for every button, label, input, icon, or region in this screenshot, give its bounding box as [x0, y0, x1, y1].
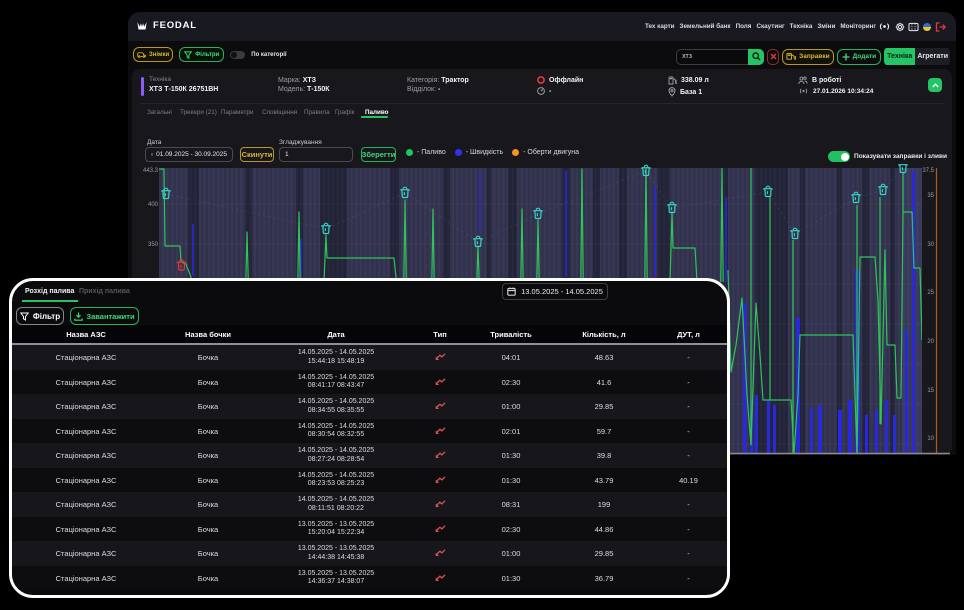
svg-text:37.5: 37.5: [922, 168, 934, 174]
svg-text:20: 20: [927, 339, 934, 345]
svg-text:35: 35: [927, 193, 934, 199]
svg-text:15: 15: [927, 388, 934, 394]
svg-text:400: 400: [148, 202, 159, 208]
svg-text:350: 350: [148, 242, 159, 248]
svg-text:25: 25: [927, 290, 934, 296]
svg-text:30: 30: [927, 242, 934, 248]
svg-text:10: 10: [927, 436, 934, 442]
svg-text:443.3: 443.3: [143, 168, 159, 174]
